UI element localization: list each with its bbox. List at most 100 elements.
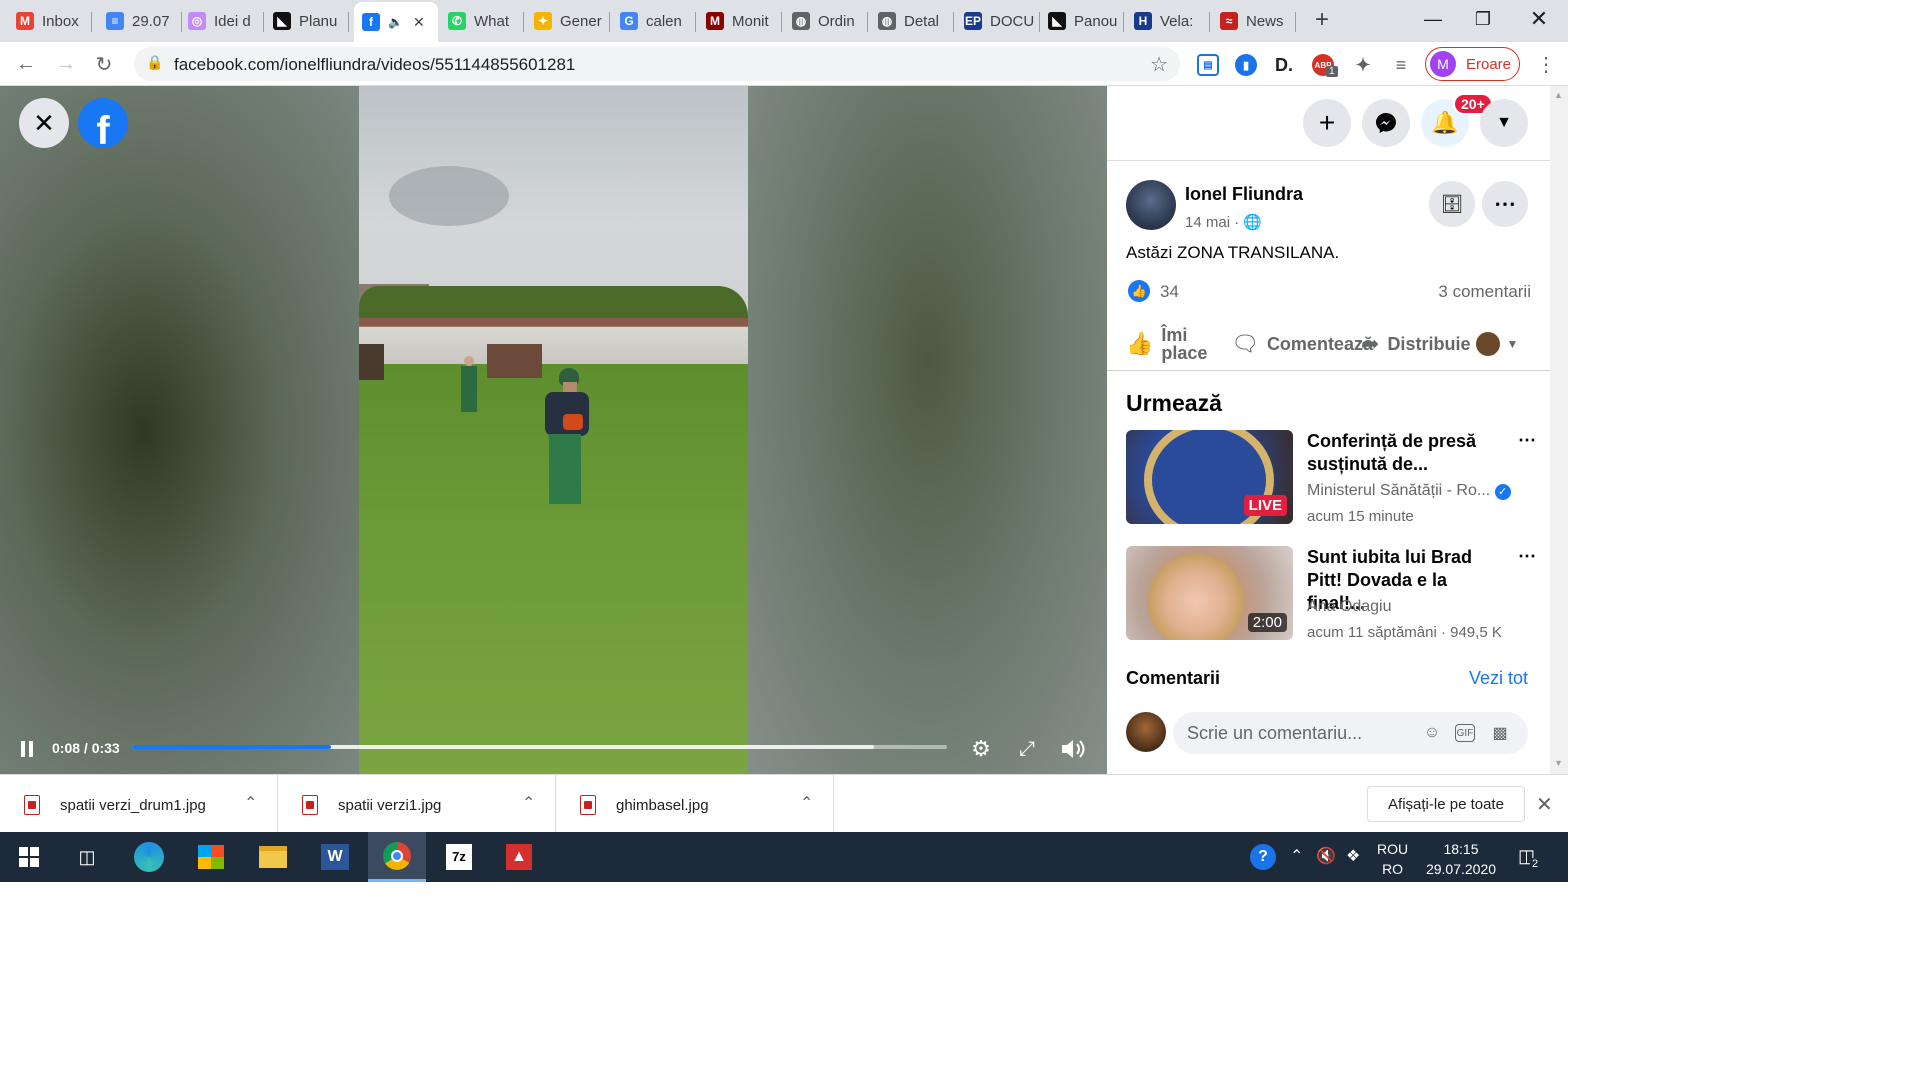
tab-news[interactable]: ≈ News <box>1212 4 1296 38</box>
like-reaction-icon[interactable]: 👍 <box>1128 280 1150 302</box>
volume-icon[interactable] <box>1058 734 1088 764</box>
scroll-down-arrow-icon[interactable]: ▼ <box>1554 758 1563 768</box>
forward-button[interactable]: → <box>52 50 80 78</box>
tab-planu[interactable]: ◣ Planu <box>265 4 349 38</box>
account-dropdown-icon[interactable]: ▼ <box>1480 99 1528 147</box>
like-button[interactable]: 👍 Îmi place <box>1126 324 1207 364</box>
share-dropdown-icon[interactable]: ▼ <box>1506 337 1518 351</box>
video-channel[interactable]: Ana Odagiu <box>1307 598 1392 616</box>
bookmark-star-icon[interactable]: ☆ <box>1150 52 1168 77</box>
sticker-icon[interactable]: ▩ <box>1489 722 1511 744</box>
more-options-icon[interactable]: ⋯ <box>1482 181 1528 227</box>
tab-29-07[interactable]: ≡ 29.07 <box>98 4 182 38</box>
profile-button[interactable]: M Eroare <box>1425 47 1520 81</box>
chrome-icon[interactable] <box>368 832 426 882</box>
up-next-video[interactable]: LIVE Conferință de presă susținută de...… <box>1126 430 1536 525</box>
language-indicator[interactable]: ROU RO <box>1377 839 1408 879</box>
video-progress-bar[interactable] <box>132 745 947 749</box>
tab-inbox[interactable]: M Inbox <box>8 4 92 38</box>
tab-gener[interactable]: ✦ Gener <box>526 4 610 38</box>
back-button[interactable]: ← <box>12 50 40 78</box>
speaker-icon[interactable]: 🔈 <box>388 15 403 29</box>
task-view-icon[interactable]: ◫ <box>58 832 116 882</box>
comment-input[interactable]: Scrie un comentariu... ☺ GIF ▩ <box>1173 712 1528 754</box>
video-channel[interactable]: Ministerul Sănătății - Ro... ✓ <box>1307 482 1511 500</box>
share-button[interactable]: ➦ Distribuie ▼ <box>1361 324 1518 364</box>
network-icon[interactable]: ❖ <box>1346 846 1360 866</box>
media-control-icon[interactable]: ≡ <box>1390 54 1412 76</box>
close-tab-icon[interactable]: ✕ <box>413 14 425 31</box>
new-tab-button[interactable]: + <box>1308 6 1336 34</box>
my-avatar[interactable] <box>1126 712 1166 752</box>
chrome-menu-icon[interactable]: ⋮ <box>1532 50 1560 78</box>
extension-reader-icon[interactable]: ▤ <box>1197 54 1219 76</box>
comment-count[interactable]: 3 comentarii <box>1438 282 1531 302</box>
tab-facebook[interactable]: f 🔈 ✕ <box>354 2 438 42</box>
gif-icon[interactable]: GIF <box>1455 724 1475 742</box>
messenger-icon[interactable] <box>1362 99 1410 147</box>
show-all-downloads-button[interactable]: Afișați-le pe toate <box>1367 786 1525 822</box>
close-video-button[interactable]: ✕ <box>19 98 69 148</box>
tab-monit[interactable]: M Monit <box>698 4 782 38</box>
tab-what[interactable]: ✆ What <box>440 4 524 38</box>
extension-d-icon[interactable]: D. <box>1273 54 1295 76</box>
see-all-link[interactable]: Vezi tot <box>1469 668 1528 689</box>
7zip-icon[interactable]: 7z <box>430 832 488 882</box>
video-thumbnail[interactable]: 2:00 <box>1126 546 1293 640</box>
store-icon[interactable] <box>182 832 240 882</box>
close-downloads-icon[interactable]: ✕ <box>1536 792 1553 817</box>
emoji-icon[interactable]: ☺ <box>1421 722 1443 744</box>
restore-button[interactable]: ❐ <box>1460 4 1506 34</box>
tab-panou[interactable]: ◣ Panou <box>1040 4 1124 38</box>
video-thumbnail[interactable]: LIVE <box>1126 430 1293 524</box>
comment-button[interactable]: 🗨 Comentează <box>1231 324 1373 364</box>
word-icon[interactable]: W <box>306 832 364 882</box>
acrobat-icon[interactable]: ▲ <box>490 832 548 882</box>
chevron-up-icon[interactable]: ⌃ <box>800 793 813 813</box>
chevron-up-icon[interactable]: ⌃ <box>244 793 257 813</box>
create-plus-icon[interactable]: + <box>1303 99 1351 147</box>
tray-chevron-up-icon[interactable]: ⌃ <box>1290 846 1303 866</box>
author-name[interactable]: Ionel Fliundra <box>1185 184 1303 205</box>
volume-muted-icon[interactable]: 🔇 <box>1316 846 1336 866</box>
post-date[interactable]: 14 mai · 🌐 <box>1185 213 1262 231</box>
fullscreen-icon[interactable]: ⤢ <box>1012 734 1042 764</box>
video-more-icon[interactable]: ⋯ <box>1518 430 1536 451</box>
pause-icon[interactable] <box>14 736 40 762</box>
video-title[interactable]: Conferință de presă susținută de... <box>1307 430 1507 476</box>
up-next-video[interactable]: 2:00 Sunt iubita lui Brad Pitt! Dovada e… <box>1126 546 1536 641</box>
tab-vela-[interactable]: H Vela: <box>1126 4 1210 38</box>
extension-bookmark-icon[interactable]: ▮ <box>1235 54 1257 76</box>
author-avatar[interactable] <box>1126 180 1176 230</box>
extensions-puzzle-icon[interactable]: ✦ <box>1352 54 1374 76</box>
reload-button[interactable]: ↻ <box>90 50 118 78</box>
chevron-up-icon[interactable]: ⌃ <box>522 793 535 813</box>
video-more-icon[interactable]: ⋯ <box>1518 546 1536 567</box>
video-player[interactable]: ✕ f 0:08 / 0:33 ⚙ ⤢ <box>0 86 1107 774</box>
tab-docu[interactable]: EP DOCU <box>956 4 1040 38</box>
tab-idei-d[interactable]: ◎ Idei d <box>180 4 264 38</box>
like-count[interactable]: 34 <box>1160 282 1179 302</box>
settings-gear-icon[interactable]: ⚙ <box>966 734 996 764</box>
tab-detal[interactable]: ◍ Detal <box>870 4 954 38</box>
tab-calen[interactable]: Gcalen <box>612 4 696 38</box>
scroll-up-arrow-icon[interactable]: ▲ <box>1554 90 1563 100</box>
tab-separator <box>263 12 264 32</box>
close-window-button[interactable]: ✕ <box>1516 4 1562 34</box>
tab-ordin[interactable]: ◍ Ordin <box>784 4 868 38</box>
url-text[interactable]: facebook.com/ionelfliundra/videos/551144… <box>174 55 575 75</box>
download-item[interactable]: spatii verzi1.jpg ⌃ <box>278 775 556 833</box>
edge-icon[interactable] <box>120 832 178 882</box>
download-item[interactable]: spatii verzi_drum1.jpg ⌃ <box>0 775 278 833</box>
tab-label: News <box>1246 12 1284 30</box>
facebook-logo-icon[interactable]: f <box>78 98 128 148</box>
clock[interactable]: 18:15 29.07.2020 <box>1421 839 1501 879</box>
save-post-icon[interactable]: 🗄 <box>1429 181 1475 227</box>
file-explorer-icon[interactable] <box>244 832 302 882</box>
page-scrollbar[interactable]: ▲ ▼ <box>1550 86 1568 774</box>
windows-start-icon[interactable] <box>0 832 58 882</box>
minimize-button[interactable]: — <box>1410 4 1456 34</box>
address-bar[interactable]: 🔒 facebook.com/ionelfliundra/videos/5511… <box>134 47 1180 81</box>
download-item[interactable]: ghimbasel.jpg ⌃ <box>556 775 834 833</box>
help-icon[interactable]: ? <box>1250 844 1276 870</box>
